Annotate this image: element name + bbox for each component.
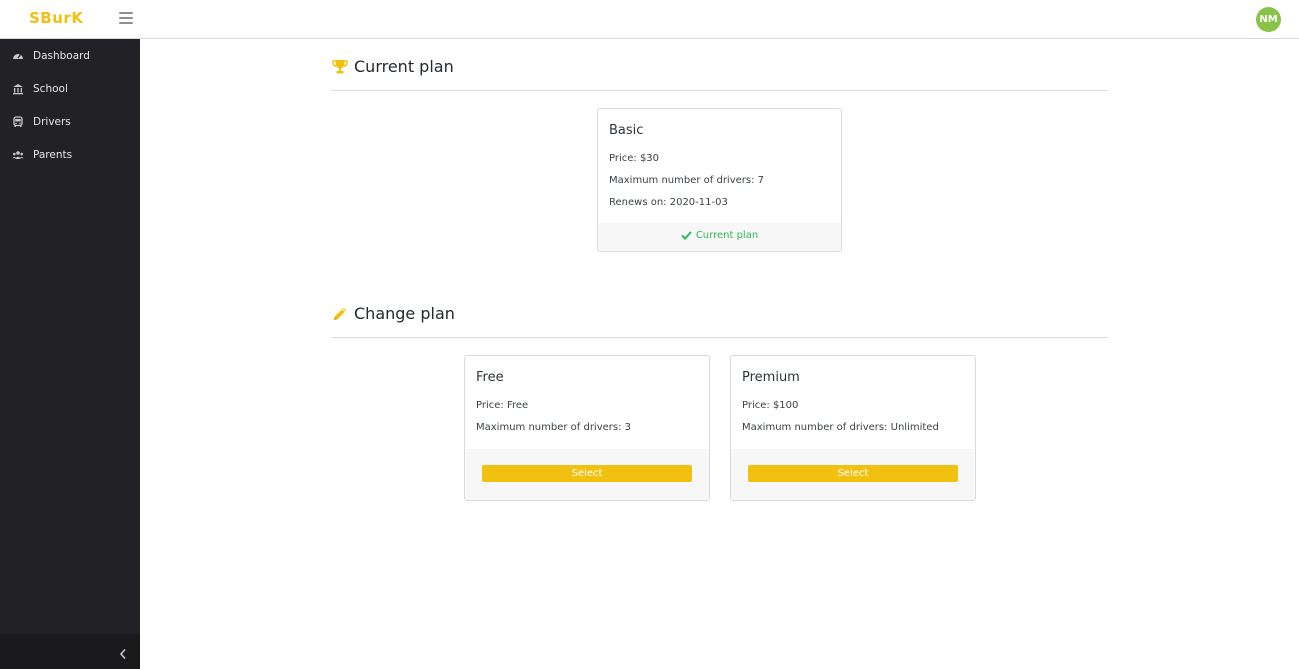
menu-toggle-icon[interactable] [119, 12, 133, 25]
current-plan-card: Basic Price: $30 Maximum number of drive… [597, 108, 842, 252]
trophy-icon [331, 58, 349, 76]
card-footer: Select [465, 449, 709, 500]
check-icon [681, 231, 692, 240]
status-label: Current plan [695, 230, 759, 241]
current-plan-status: Current plan [598, 230, 841, 241]
sidebar: Dashboard School Drivers Parents [0, 39, 140, 669]
section-divider [331, 90, 1108, 91]
bus-icon [12, 115, 24, 128]
plan-card-free: Free Price: Free Maximum number of drive… [464, 355, 710, 501]
plan-price: Price: $30 [609, 153, 660, 164]
plan-name: Free [476, 370, 504, 385]
card-footer: Select [731, 449, 975, 500]
plan-price: Price: $100 [742, 400, 799, 411]
plan-max-drivers: Maximum number of drivers: 3 [476, 422, 632, 433]
plan-price: Price: Free [476, 400, 529, 411]
sidebar-item-drivers[interactable]: Drivers [0, 105, 140, 138]
plan-renews: Renews on: 2020-11-03 [609, 197, 728, 208]
current-plan-heading: Current plan [331, 57, 454, 76]
section-title: Current plan [354, 57, 454, 76]
sidebar-item-label: Dashboard [33, 49, 90, 62]
section-title: Change plan [354, 304, 455, 323]
pencil-icon [331, 305, 349, 323]
change-plan-heading: Change plan [331, 304, 455, 323]
sidebar-item-label: Drivers [33, 115, 71, 128]
plan-card-premium: Premium Price: $100 Maximum number of dr… [730, 355, 976, 501]
section-divider [331, 337, 1108, 338]
bank-icon [12, 83, 24, 95]
brand-logo[interactable]: SBurK [29, 9, 83, 27]
sidebar-item-school[interactable]: School [0, 72, 140, 105]
sidebar-item-label: Parents [33, 148, 73, 161]
plan-name: Basic [609, 123, 644, 138]
user-avatar[interactable]: NM [1256, 7, 1281, 32]
plan-max-drivers: Maximum number of drivers: 7 [609, 175, 765, 186]
people-icon [12, 149, 24, 161]
speedometer-icon [12, 50, 24, 62]
plan-name: Premium [742, 370, 800, 385]
sidebar-footer [0, 634, 140, 669]
chevron-left-icon[interactable] [118, 645, 128, 660]
sidebar-item-parents[interactable]: Parents [0, 138, 140, 171]
plan-max-drivers: Maximum number of drivers: Unlimited [742, 422, 939, 433]
select-free-button[interactable]: Select [482, 465, 692, 482]
sidebar-item-label: School [33, 82, 68, 95]
sidebar-item-dashboard[interactable]: Dashboard [0, 39, 140, 72]
card-footer: Current plan [598, 223, 841, 251]
top-navbar: SBurK NM [0, 0, 1299, 39]
select-premium-button[interactable]: Select [748, 465, 958, 482]
